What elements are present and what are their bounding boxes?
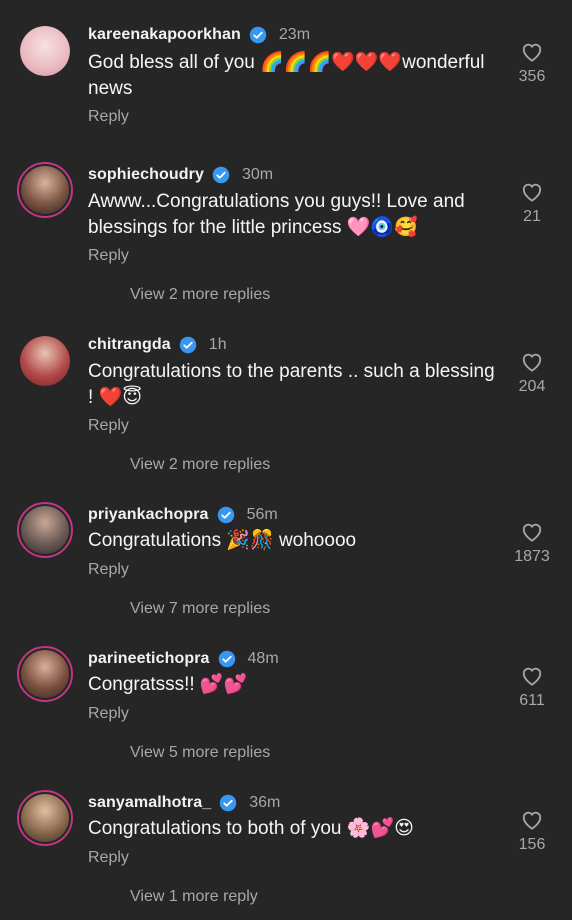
- comment-header: sanyamalhotra_ 36m: [88, 790, 280, 816]
- heart-icon: [522, 667, 542, 686]
- like-button[interactable]: 21: [512, 182, 552, 226]
- username[interactable]: parineetichopra: [88, 650, 210, 668]
- comment-header: sophiechoudry 30m: [88, 162, 273, 188]
- username[interactable]: chitrangda: [88, 336, 171, 354]
- like-count: 156: [518, 836, 546, 853]
- username[interactable]: priyankachopra: [88, 506, 209, 524]
- comment-header: kareenakapoorkhan 23m: [88, 22, 310, 48]
- view-more-replies-link[interactable]: View 2 more replies: [130, 286, 270, 304]
- avatar[interactable]: [20, 336, 70, 386]
- verified-badge-icon: [218, 650, 235, 668]
- like-button[interactable]: 356: [512, 42, 552, 86]
- timestamp: 30m: [241, 166, 274, 183]
- heart-icon: [522, 523, 542, 542]
- username[interactable]: kareenakapoorkhan: [88, 26, 241, 44]
- view-more-replies-link[interactable]: View 7 more replies: [130, 600, 270, 618]
- username[interactable]: sanyamalhotra_: [88, 794, 211, 812]
- avatar-image: [21, 794, 69, 842]
- comment-text: Congratulations to the parents .. such a…: [88, 361, 495, 408]
- reply-button[interactable]: Reply: [88, 705, 129, 723]
- verified-badge-icon: [249, 26, 267, 44]
- avatar[interactable]: [17, 646, 73, 702]
- like-count: 204: [518, 378, 546, 395]
- timestamp: 23m: [278, 26, 311, 43]
- reply-button[interactable]: Reply: [88, 561, 129, 579]
- like-button[interactable]: 156: [512, 810, 552, 854]
- view-more-replies-link[interactable]: View 1 more reply: [130, 888, 258, 906]
- like-count: 21: [523, 208, 541, 225]
- verified-badge-icon: [220, 794, 237, 812]
- comment-header: chitrangda 1h: [88, 332, 227, 358]
- avatar-image: [21, 506, 69, 554]
- like-button[interactable]: 1873: [512, 522, 552, 566]
- avatar[interactable]: [17, 790, 73, 846]
- avatar-image: [20, 26, 70, 76]
- heart-icon: [522, 811, 542, 830]
- comment-text: Awww...Congratulations you guys!! Love a…: [88, 191, 465, 238]
- avatar-image: [21, 166, 69, 214]
- avatar-image: [21, 650, 69, 698]
- timestamp: 56m: [246, 506, 278, 523]
- verified-badge-icon: [217, 506, 234, 524]
- comment-text: Congratulations to both of you 🌸💕😍: [88, 818, 414, 839]
- avatar[interactable]: [20, 26, 70, 76]
- view-more-replies-link[interactable]: View 2 more replies: [130, 456, 270, 474]
- like-count: 356: [518, 68, 546, 85]
- heart-icon: [522, 353, 542, 372]
- timestamp: 1h: [208, 336, 227, 353]
- comment-header: parineetichopra 48m: [88, 646, 279, 672]
- like-button[interactable]: 204: [512, 352, 552, 396]
- verified-badge-icon: [212, 166, 230, 184]
- like-count: 611: [519, 692, 545, 709]
- reply-button[interactable]: Reply: [88, 108, 129, 126]
- heart-icon: [522, 43, 542, 62]
- reply-button[interactable]: Reply: [88, 247, 129, 265]
- timestamp: 36m: [249, 794, 281, 811]
- avatar[interactable]: [17, 162, 73, 218]
- like-count: 1873: [514, 548, 550, 565]
- comment-text: God bless all of you 🌈🌈🌈❤️❤️❤️wonderful …: [88, 52, 485, 99]
- comment-text: Congratulations 🎉🎊 wohoooo: [88, 530, 357, 551]
- view-more-replies-link[interactable]: View 5 more replies: [130, 744, 270, 762]
- username[interactable]: sophiechoudry: [88, 166, 204, 184]
- comment-text: Congratsss!! 💕💕: [88, 674, 248, 695]
- comment-header: priyankachopra 56m: [88, 502, 278, 528]
- verified-badge-icon: [179, 336, 197, 354]
- reply-button[interactable]: Reply: [88, 417, 129, 435]
- reply-button[interactable]: Reply: [88, 849, 129, 867]
- avatar-image: [20, 336, 70, 386]
- avatar[interactable]: [17, 502, 73, 558]
- like-button[interactable]: 611: [512, 666, 552, 710]
- heart-icon: [522, 183, 542, 202]
- timestamp: 48m: [247, 650, 279, 667]
